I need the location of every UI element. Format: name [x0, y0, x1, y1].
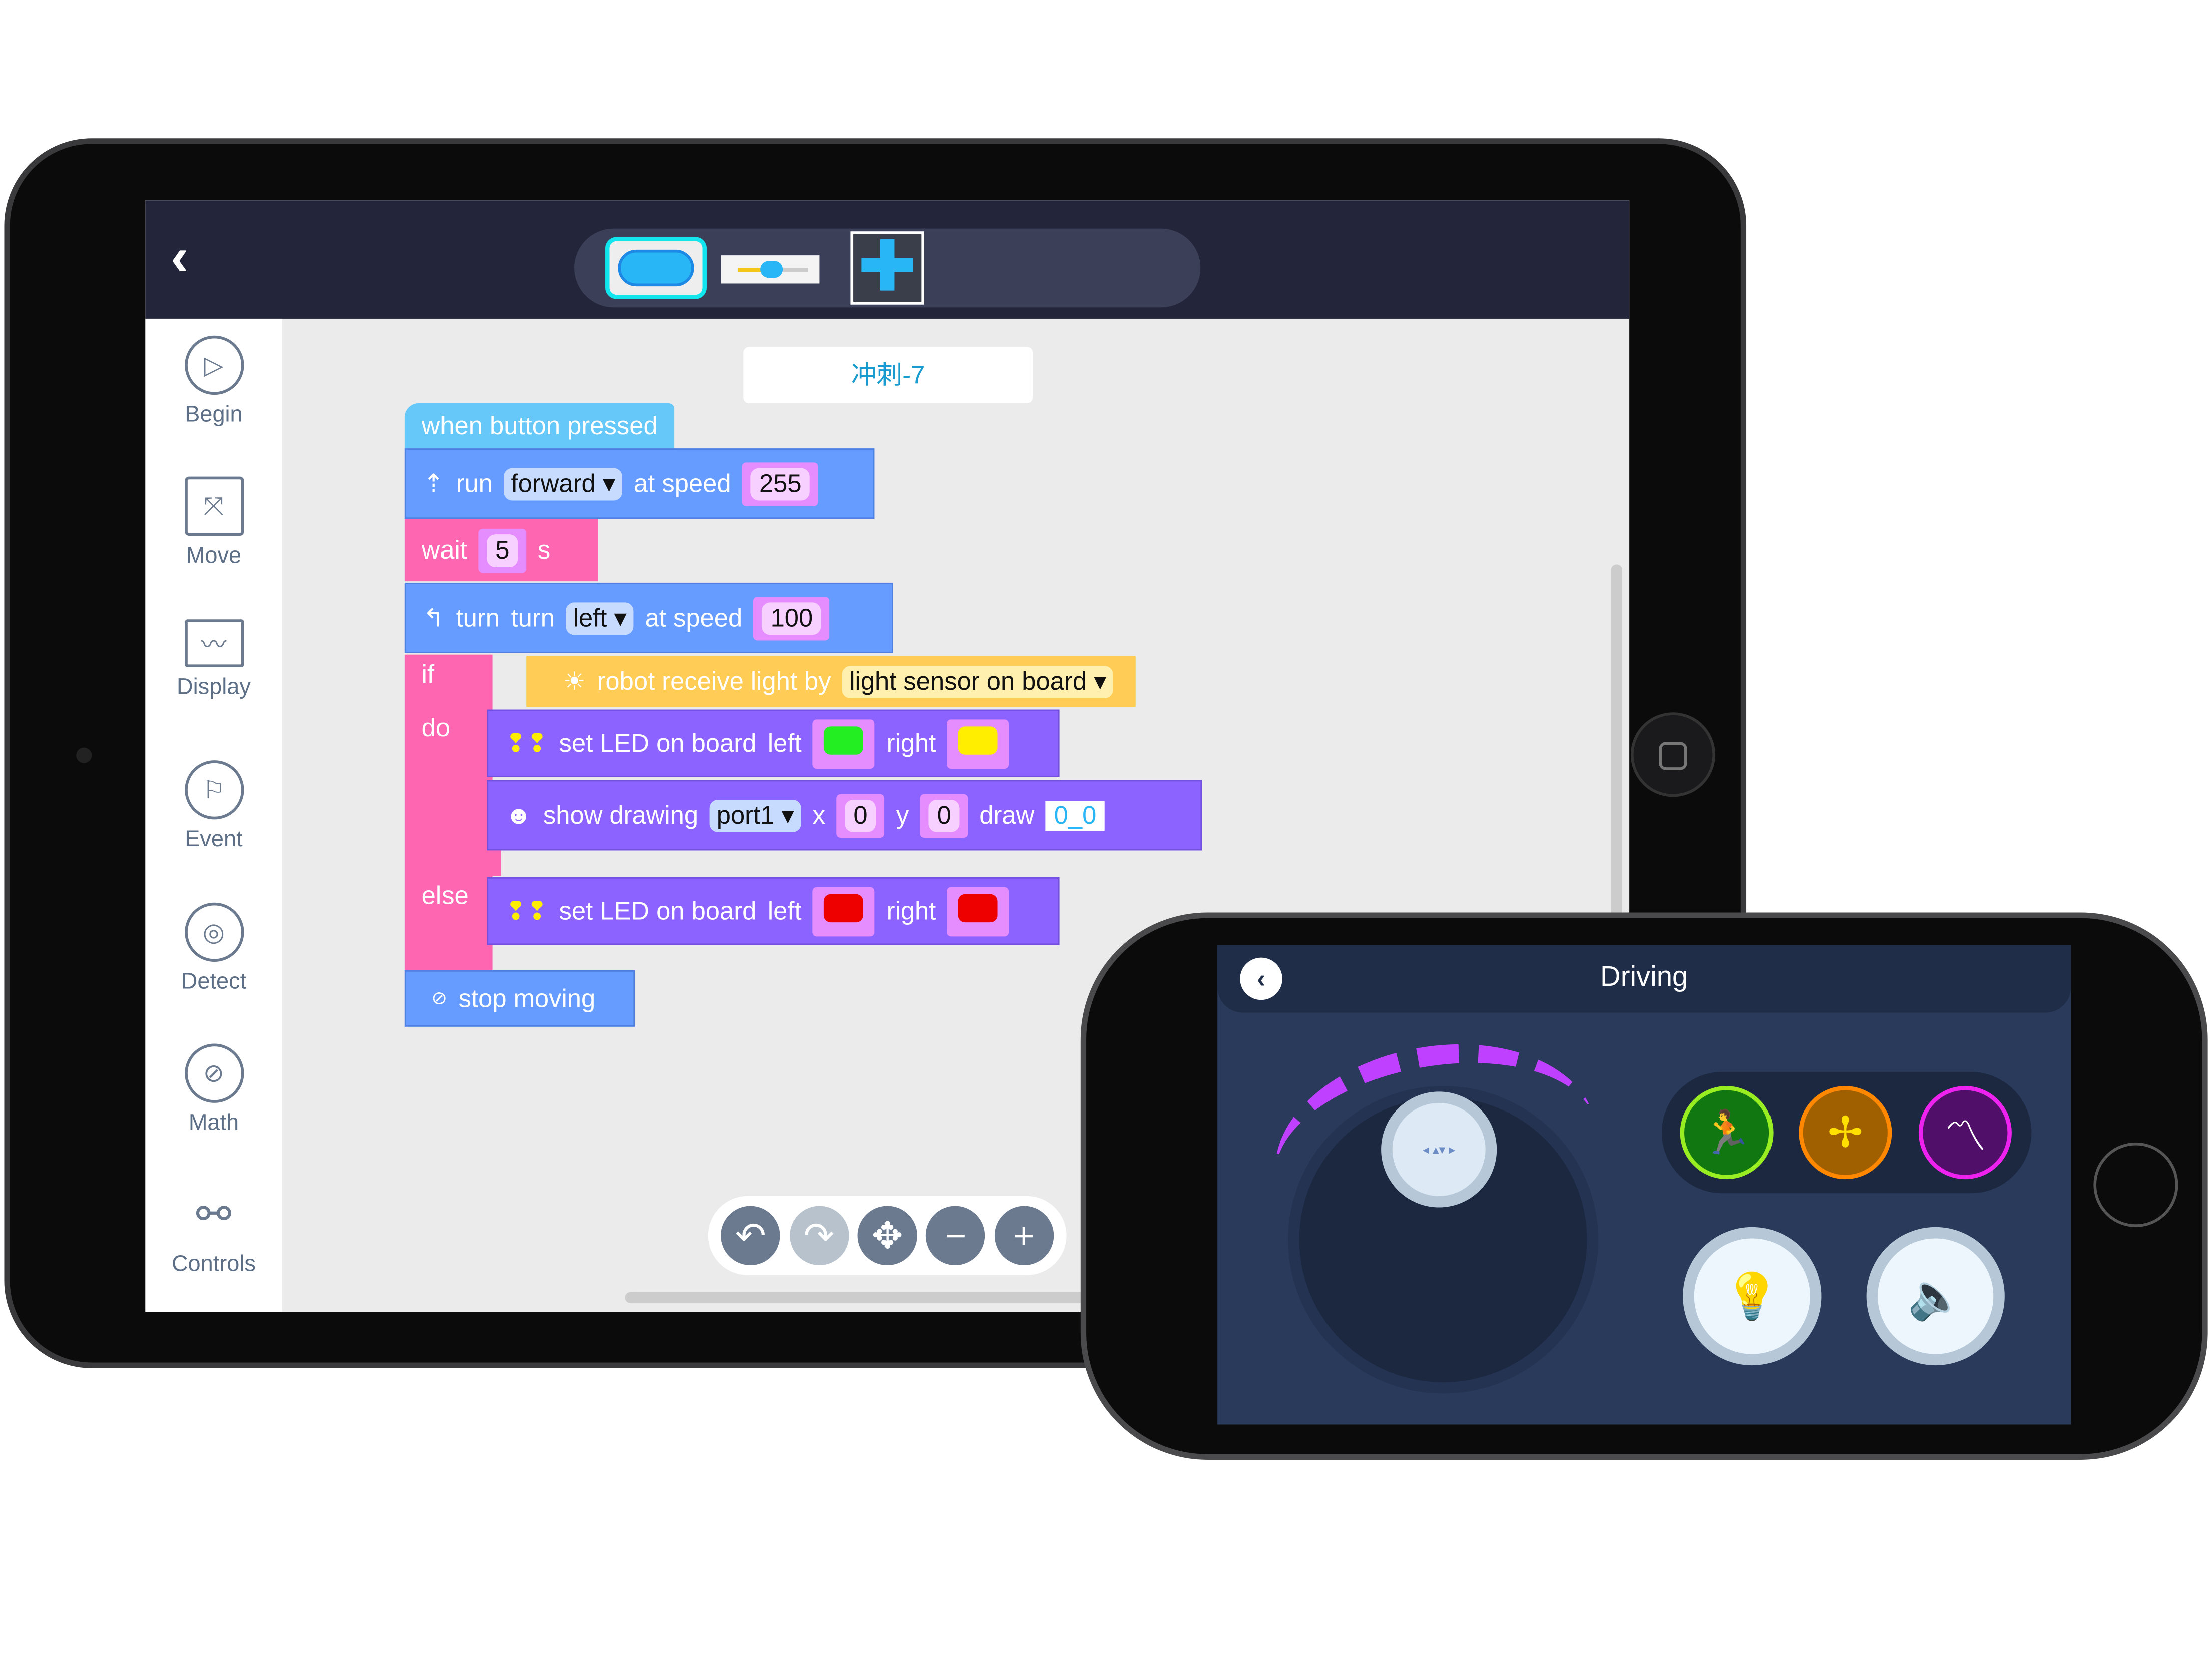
hat-block[interactable]: when button pressed	[404, 403, 675, 450]
header-bar: ‹ ✚	[145, 200, 1630, 319]
if-label: if	[421, 660, 435, 689]
run-block[interactable]: ⇡ run forward ▾ at speed 255	[404, 448, 875, 519]
turn-left-icon: ↰	[423, 603, 445, 632]
turn-speed-input[interactable]: 100	[753, 596, 830, 640]
if-else-block[interactable]	[404, 654, 493, 970]
turn-block[interactable]: ↰ turn turn left ▾ at speed 100	[404, 582, 893, 653]
phone-home-button[interactable]	[2093, 1142, 2178, 1227]
else-label: else	[421, 881, 469, 910]
lightbulb-icon[interactable]: 💡	[1683, 1227, 1822, 1366]
category-sidebar: ▷ Begin ⤧ Move 〰 Display ⚐ Event ◎ Detect ⊘ Ma…	[145, 318, 282, 1312]
joystick-knob[interactable]: ◂ ▴▾ ▸	[1381, 1091, 1497, 1208]
radar-icon: ◎	[184, 902, 244, 962]
speed-input[interactable]: 255	[742, 461, 819, 506]
tablet-camera	[76, 747, 92, 763]
turn-direction-dropdown[interactable]: left ▾	[566, 602, 634, 634]
show-drawing-block[interactable]: ☻ show drawing port1 ▾ x 0 y 0 draw 0_0	[487, 780, 1202, 851]
x-input[interactable]: 0	[836, 793, 885, 837]
running-man-icon[interactable]: 🏃	[1680, 1086, 1774, 1180]
set-led-block[interactable]: ❢❢ set LED on board left right	[487, 709, 1060, 777]
zoom-out-button[interactable]: −	[926, 1206, 986, 1266]
led-icon: ❢❢	[505, 728, 548, 757]
pinwheel-icon[interactable]: ✢	[1799, 1086, 1892, 1180]
display-icon: 〰	[184, 619, 244, 668]
flag-icon: ⚐	[184, 760, 244, 820]
canvas-toolbar: ↶ ↷ ✥ − +	[708, 1196, 1067, 1275]
do-arm	[487, 850, 501, 876]
undo-button[interactable]: ↶	[721, 1206, 781, 1266]
sidebar-item-move[interactable]: ⤧ Move	[145, 476, 282, 570]
led-icon: ❢❢	[505, 896, 548, 925]
slider-widget[interactable]	[721, 255, 820, 284]
arrow-up-icon: ⇡	[423, 469, 445, 497]
direction-dropdown[interactable]: forward ▾	[504, 467, 623, 500]
sidebar-item-display[interactable]: 〰 Display	[145, 619, 282, 701]
right-color-picker[interactable]	[947, 886, 1009, 936]
sidebar-item-begin[interactable]: ▷ Begin	[145, 335, 282, 429]
move-canvas-button[interactable]: ✥	[857, 1206, 917, 1266]
stop-icon: ⊘	[431, 987, 448, 1009]
wait-input[interactable]: 5	[478, 528, 527, 572]
back-chevron-icon[interactable]: ‹	[1240, 957, 1282, 1000]
do-label: do	[421, 714, 451, 742]
sidebar-item-detect[interactable]: ◎ Detect	[145, 902, 282, 996]
port-dropdown[interactable]: port1 ▾	[709, 799, 802, 832]
phone-title: Driving	[1600, 962, 1688, 993]
sidebar-item-event[interactable]: ⚐ Event	[145, 760, 282, 853]
project-title[interactable]: 冲刺-7	[743, 347, 1033, 404]
y-input[interactable]: 0	[920, 793, 968, 837]
button-widget[interactable]	[605, 237, 707, 299]
pulse-icon[interactable]: 〽	[1918, 1086, 2012, 1180]
drawing-picker[interactable]: 0_0	[1045, 800, 1105, 830]
widget-toolbar: ✚	[574, 228, 1201, 308]
left-color-picker[interactable]	[813, 718, 875, 768]
face-icon: ☻	[505, 800, 532, 829]
wait-block[interactable]: wait 5 s	[404, 519, 598, 582]
light-icon: ☀	[563, 666, 586, 695]
left-color-picker[interactable]	[813, 886, 875, 936]
play-icon: ▷	[184, 335, 244, 395]
set-led-block-else[interactable]: ❢❢ set LED on board left right	[487, 877, 1060, 945]
move-icon: ⤧	[184, 476, 244, 536]
light-condition-block[interactable]: ☀ robot receive light by light sensor on …	[526, 656, 1136, 707]
horizontal-scrollbar[interactable]	[625, 1292, 1105, 1304]
math-icon: ⊘	[184, 1043, 244, 1103]
zoom-in-button[interactable]: +	[994, 1206, 1054, 1266]
sidebar-item-math[interactable]: ⊘ Math	[145, 1043, 282, 1137]
speaker-icon[interactable]: 🔈	[1866, 1227, 2005, 1366]
stop-moving-block[interactable]: ⊘ stop moving	[404, 970, 635, 1027]
phone-screen: Driving ‹ ◂ ▴▾ ▸ 🏃 ✢ 〽 💡 🔈	[1217, 945, 2071, 1425]
sensor-dropdown[interactable]: light sensor on board ▾	[842, 665, 1114, 698]
controls-icon: ⚯	[196, 1191, 232, 1238]
vertical-scrollbar[interactable]	[1611, 564, 1623, 917]
tablet-home-button[interactable]	[1630, 712, 1716, 797]
right-color-picker[interactable]	[947, 718, 1009, 768]
back-chevron-icon[interactable]: ‹	[171, 229, 189, 289]
sidebar-item-controls[interactable]: ⚯ Controls	[145, 1185, 282, 1278]
dpad-widget[interactable]: ✚	[850, 231, 924, 305]
redo-button[interactable]: ↷	[789, 1206, 849, 1266]
